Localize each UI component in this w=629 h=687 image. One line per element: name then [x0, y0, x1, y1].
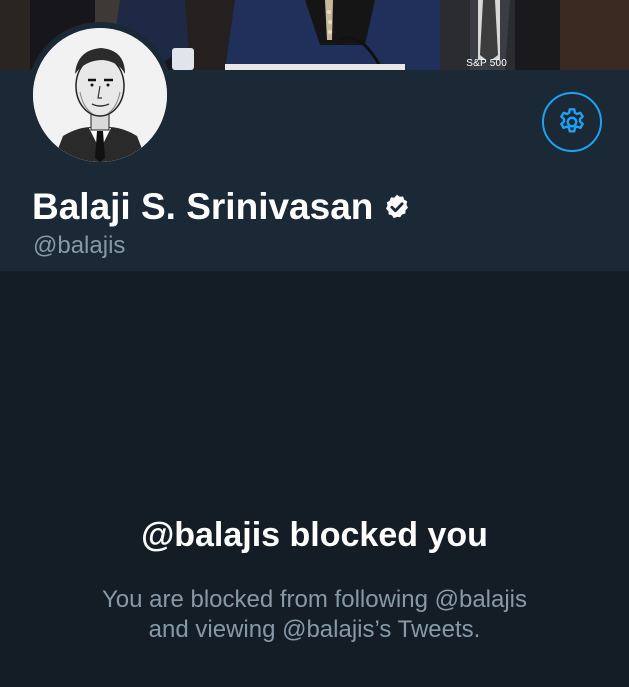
blocked-title: @balajis blocked you: [141, 516, 488, 554]
blocked-description: You are blocked from following @balajis …: [0, 585, 629, 645]
profile-handle: @balajis: [33, 232, 126, 259]
display-name: Balaji S. Srinivasan: [32, 186, 374, 227]
settings-button[interactable]: [542, 92, 602, 152]
verified-badge-icon: [383, 193, 411, 221]
profile-name-row: Balaji S. Srinivasan: [32, 186, 411, 228]
blocked-description-line: and viewing @balajis’s Tweets.: [148, 616, 481, 643]
blocked-description-line: You are blocked from following @balajis: [101, 586, 528, 613]
gear-icon: [556, 106, 588, 138]
banner-caption: S&P 500: [466, 58, 507, 69]
avatar[interactable]: [27, 22, 173, 168]
avatar-illustration: [33, 28, 167, 162]
